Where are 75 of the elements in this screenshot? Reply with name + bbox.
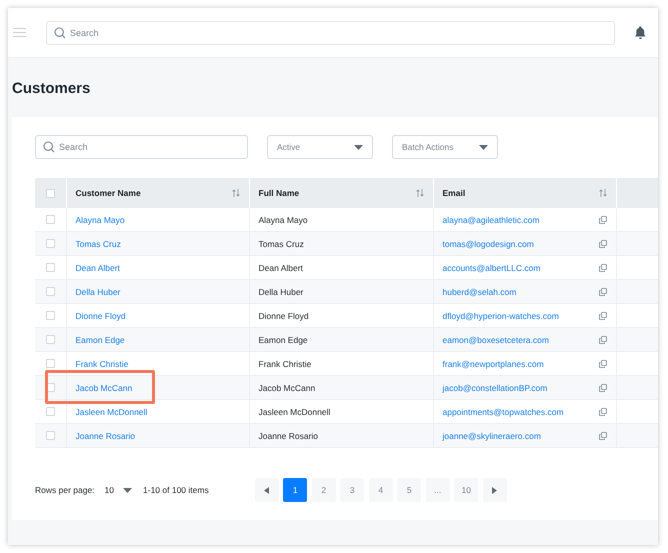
column-header: Full Name [258,188,300,198]
email-link[interactable]: dfloyd@hyperion-watches.com [442,310,559,320]
table-cell: Della Huber [258,286,304,296]
copy-icon[interactable] [598,384,606,392]
sort-icon[interactable] [232,189,240,197]
right-triangle-icon [492,486,498,494]
customer-link[interactable]: Jacob McCann [76,382,132,392]
table-cell: Jasleen McDonnell [258,406,330,416]
column-header: Email [442,188,466,198]
rows-per-page-label: Rows per page: [35,485,95,495]
select-all-checkbox[interactable] [46,188,55,198]
previous-page-button[interactable] [254,478,279,502]
page-button[interactable]: 4 [368,478,393,502]
customer-link[interactable]: Jasleen McDonnell [76,406,148,416]
table-cell: Dean Albert [258,262,303,272]
row-checkbox[interactable] [46,311,55,320]
customer-link[interactable]: Della Huber [76,286,120,296]
search-field[interactable]: Search [46,20,615,44]
page-button[interactable]: 5 [397,478,422,502]
copy-icon[interactable] [598,360,606,368]
item-range: 1-10 of 100 items [143,485,209,495]
caret-icon [123,488,132,492]
row-checkbox[interactable] [46,263,55,272]
customer-link[interactable]: Dean Albert [76,262,120,272]
column-header: Customer Name [76,188,141,198]
bell-icon[interactable] [635,26,646,39]
row-checkbox[interactable] [46,335,55,344]
copy-icon[interactable] [598,432,606,440]
sort-icon[interactable] [416,189,424,197]
table-cell: Eamon Edge [258,334,308,344]
copy-icon[interactable] [598,336,606,344]
page-title: Customers [12,80,90,97]
table-cell: Frank Christie [258,358,312,368]
email-link[interactable]: frank@newportplanes.com [442,358,544,368]
page-button[interactable]: 1 [283,478,308,502]
row-checkbox[interactable] [46,215,55,224]
row-checkbox[interactable] [46,407,55,416]
caret-icon [479,144,488,150]
table-cell: Jacob McCann [258,382,316,392]
copy-icon[interactable] [598,240,606,248]
customer-link[interactable]: Alayna Mayo [76,214,125,224]
page-button[interactable]: 10 [454,478,478,502]
search-field[interactable]: Search [35,135,248,159]
row-checkbox[interactable] [46,287,55,296]
page-button[interactable]: 2 [312,478,336,502]
email-link[interactable]: appointments@topwatches.com [442,406,564,416]
table-cell: Joanne Rosario [258,430,318,440]
copy-icon[interactable] [598,216,606,224]
caret-icon [354,144,363,150]
next-page-button[interactable] [482,478,507,502]
table-cell: Alayna Mayo [258,214,308,224]
copy-icon[interactable] [598,408,606,416]
table-cell: Dionne Floyd [258,310,309,320]
customer-link[interactable]: Dionne Floyd [76,310,126,320]
status-dropdown[interactable]: Active [267,135,373,159]
page-button[interactable]: 3 [340,478,364,502]
batch-actions-dropdown[interactable]: Batch Actions [392,135,498,159]
copy-icon[interactable] [598,288,606,296]
customer-link[interactable]: Frank Christie [76,358,128,368]
left-triangle-icon [264,486,270,494]
row-checkbox[interactable] [46,359,55,368]
copy-icon[interactable] [598,264,606,272]
row-checkbox[interactable] [46,431,55,440]
page-button[interactable]: ... [426,478,450,502]
copy-icon[interactable] [598,312,606,320]
email-link[interactable]: accounts@albertLLC.com [442,262,540,272]
table-cell: Tomas Cruz [258,238,304,248]
sort-icon[interactable] [598,189,606,197]
email-link[interactable]: alayna@agileathletic.com [442,214,540,224]
customer-link[interactable]: Eamon Edge [76,334,125,344]
email-link[interactable]: huberd@selah.com [442,286,516,296]
customer-link[interactable]: Joanne Rosario [76,430,136,440]
menu-icon[interactable] [13,28,26,37]
row-checkbox[interactable] [46,239,55,248]
customer-link[interactable]: Tomas Cruz [76,238,121,248]
